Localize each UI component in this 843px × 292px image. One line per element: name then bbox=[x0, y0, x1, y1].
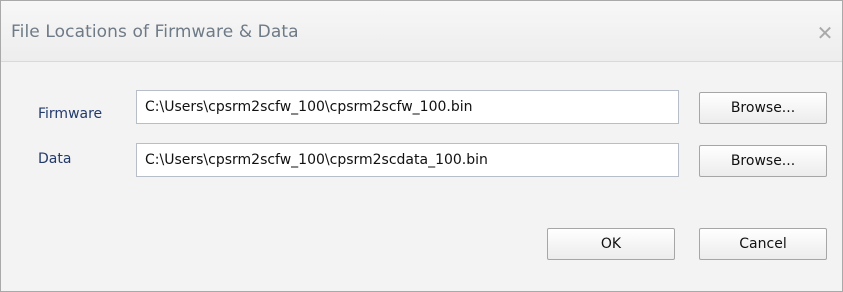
data-label: Data bbox=[38, 151, 72, 167]
firmware-label: Firmware bbox=[38, 106, 103, 122]
firmware-path-input[interactable] bbox=[136, 90, 679, 124]
close-icon[interactable]: ✕ bbox=[808, 22, 842, 44]
data-path-input[interactable] bbox=[136, 143, 679, 177]
ok-label: OK bbox=[600, 236, 622, 252]
data-browse-button[interactable]: Browse... bbox=[699, 145, 827, 177]
cancel-label: Cancel bbox=[739, 236, 787, 252]
dialog-title: File Locations of Firmware & Data bbox=[11, 22, 299, 42]
ok-button[interactable]: OK bbox=[547, 228, 675, 260]
cancel-button[interactable]: Cancel bbox=[699, 228, 827, 260]
data-browse-label: Browse... bbox=[730, 153, 796, 169]
title-bar: File Locations of Firmware & Data ✕ bbox=[1, 1, 842, 62]
file-locations-dialog: File Locations of Firmware & Data ✕ Firm… bbox=[0, 0, 843, 292]
firmware-browse-label: Browse... bbox=[730, 100, 796, 116]
firmware-browse-button[interactable]: Browse... bbox=[699, 92, 827, 124]
